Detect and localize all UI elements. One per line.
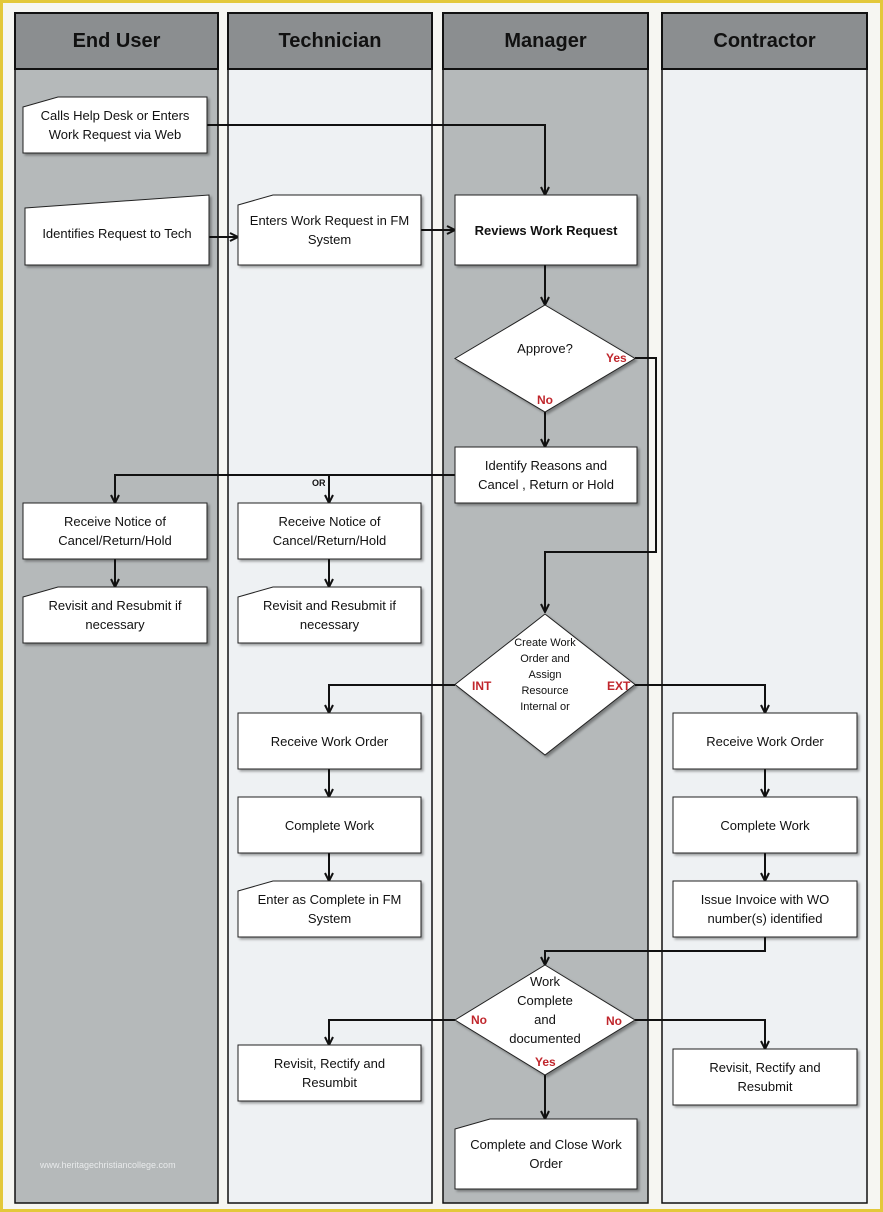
branch-label-complete-yes: Yes — [535, 1055, 556, 1069]
node-label-con-complete-work: Complete Work — [720, 817, 810, 833]
node-label-tech-revisit: Revisit and Resubmit if necessary — [263, 598, 396, 632]
node-label-work-complete: Work Complete and documented — [509, 974, 581, 1046]
node-label-tech-receive-wo: Receive Work Order — [270, 733, 389, 749]
branch-label-or: OR — [312, 478, 326, 488]
node-label-calls-help-desk: Calls Help Desk or Enters Work Request v… — [40, 108, 190, 142]
node-label-identify-reasons: Identify Reasons and Cancel , Return or … — [478, 458, 614, 492]
branch-label-complete-no-left: No — [471, 1013, 487, 1027]
node-label-identifies-request: Identifies Request to Tech — [42, 225, 192, 241]
node-label-reviews-work-request: Reviews Work Request — [474, 222, 618, 238]
lane-title-contractor: Contractor — [713, 29, 816, 52]
node-label-tech-receive-notice: Receive Notice of Cancel/Return/Hold — [272, 514, 387, 548]
node-label-enters-work-request: Enters Work Request in FM System — [249, 213, 410, 247]
branch-label-int: INT — [472, 679, 492, 693]
node-label-eu-revisit: Revisit and Resubmit if necessary — [48, 598, 182, 632]
node-label-approve: Approve? — [517, 341, 573, 356]
node-label-close-work-order: Complete and Close Work Order — [470, 1137, 622, 1171]
node-label-enter-complete: Enter as Complete in FM System — [257, 892, 402, 926]
node-label-issue-invoice: Issue Invoice with WO number(s) identifi… — [700, 892, 830, 926]
lane-title-manager: Manager — [504, 29, 587, 52]
watermark: www.heritagechristiancollege.com — [40, 1160, 176, 1170]
node-label-tech-rectify: Revisit, Rectify and Resumbit — [273, 1056, 386, 1090]
branch-label-approve-no: No — [537, 393, 553, 407]
branch-label-complete-no-right: No — [606, 1014, 622, 1028]
branch-label-approve-yes: Yes — [606, 351, 627, 365]
node-label-con-rectify: Revisit, Rectify and Resubmit — [709, 1060, 821, 1094]
branch-label-ext: EXT — [607, 679, 631, 693]
node-label-tech-complete-work: Complete Work — [284, 817, 375, 833]
node-label-eu-receive-notice: Receive Notice of Cancel/Return/Hold — [58, 514, 172, 548]
node-label-con-receive-wo: Receive Work Order — [706, 733, 824, 749]
lane-title-technician: Technician — [278, 29, 382, 52]
node-label-create-work-order: Create Work Order and Assign Resource In… — [514, 636, 576, 713]
lane-title-end-user: End User — [72, 29, 161, 52]
